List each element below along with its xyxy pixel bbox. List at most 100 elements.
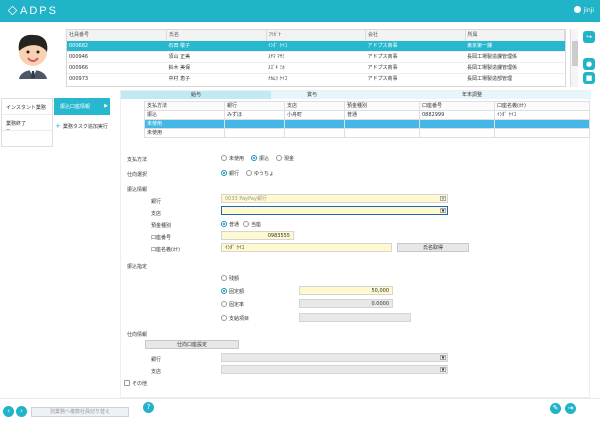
side-delete-button[interactable]: ■ bbox=[583, 72, 595, 84]
edit-icon[interactable]: ✎ bbox=[550, 403, 561, 414]
radio-dot bbox=[221, 288, 227, 294]
user-icon bbox=[573, 6, 581, 13]
employee-department: 長岡工場製造課管理係 bbox=[465, 61, 565, 73]
radio-dot bbox=[221, 155, 227, 161]
payment-method-label: 支払方法 bbox=[127, 157, 148, 163]
transfer-remainder-radio[interactable]: 残額 bbox=[221, 275, 239, 282]
table-row[interactable]: 未使用 bbox=[144, 128, 590, 138]
employee-company: アドプス商事 bbox=[365, 39, 465, 51]
add-task-button[interactable]: + 業務タスク追加実行 bbox=[55, 122, 108, 130]
destination-branch-label: 支店 bbox=[151, 369, 162, 375]
table-row[interactable]: 000682 石田 敬子 ｲｼﾀﾞ ｹｲｺ アドプス商事 東京第一課 bbox=[67, 39, 565, 51]
employee-grid-scrollbar[interactable] bbox=[570, 29, 578, 87]
tab-salary[interactable]: 給与 bbox=[121, 91, 271, 99]
nav-bank-account-info[interactable]: 振込口座情報 bbox=[54, 98, 110, 115]
payment-transfer-radio[interactable]: 振込 bbox=[251, 155, 269, 162]
bank-label: 銀行 bbox=[151, 199, 162, 205]
destination-yucho-radio[interactable]: ゆうちょ bbox=[246, 170, 274, 177]
employee-company: アドプス商事 bbox=[365, 72, 465, 84]
employee-grid: 社員番号 氏名 ﾌﾘｶﾞﾅ 会社 所属 000682 石田 敬子 ｲｼﾀﾞ ｹｲｺア… bbox=[66, 29, 566, 87]
transfer-fixed-amount-radio[interactable]: 固定額 bbox=[221, 288, 244, 295]
top-bar: ADPS jinji bbox=[0, 0, 600, 22]
radio-dot bbox=[221, 275, 227, 281]
branch-label: 支店 bbox=[151, 211, 162, 217]
column-header-name[interactable]: 氏名 bbox=[166, 30, 267, 40]
scrollbar-thumb[interactable] bbox=[572, 41, 578, 66]
branch-header: 支店 bbox=[284, 101, 345, 111]
bank-select[interactable]: 0033 PayPay銀行 ▼ bbox=[221, 194, 448, 203]
employee-department: 長岡工場製造課管理係 bbox=[465, 50, 565, 62]
table-row[interactable]: 000966 鈴木 美保 ｽｽﾞｷ ﾐﾎ アドプス商事 長岡工場製造課管理係 bbox=[67, 61, 565, 73]
destination-bank-label: 銀行 bbox=[151, 357, 162, 363]
other-checkbox[interactable]: その他 bbox=[124, 380, 147, 387]
column-header-department[interactable]: 所属 bbox=[465, 30, 565, 40]
tab-year-end[interactable]: 年末調整 bbox=[353, 91, 591, 99]
help-icon[interactable]: ? bbox=[143, 402, 154, 413]
employee-kana: ﾅｶﾑﾗ ｹｲｺ bbox=[266, 72, 366, 84]
employee-name: 中村 恵子 bbox=[166, 72, 266, 84]
previous-icon[interactable]: ‹ bbox=[3, 406, 14, 417]
dropdown-arrow-icon[interactable]: ▼ bbox=[440, 196, 446, 201]
account-name-input[interactable]: ｲｼﾀﾞ ｹｲｺ bbox=[221, 243, 392, 252]
name-fetch-button[interactable]: 氏名取得 bbox=[397, 243, 469, 252]
fixed-rate-input[interactable]: 0.0000 bbox=[299, 299, 393, 308]
dropdown-arrow-icon[interactable]: ▼ bbox=[440, 367, 446, 372]
side-action-button[interactable]: ↪ bbox=[583, 31, 595, 43]
side-user-button[interactable]: ● bbox=[583, 58, 595, 70]
employee-kana: ｽｽﾞｷ ﾐﾎ bbox=[266, 61, 366, 73]
radio-dot bbox=[221, 301, 227, 307]
account-number-header: 口座番号 bbox=[419, 101, 495, 111]
transfer-spec-label: 振込指定 bbox=[127, 264, 148, 270]
payment-item-select[interactable] bbox=[299, 313, 411, 322]
column-header-employee-number[interactable]: 社員番号 bbox=[67, 30, 167, 40]
table-row[interactable]: 未使用 bbox=[144, 119, 590, 129]
transfer-info-label: 振込情報 bbox=[127, 187, 148, 193]
table-row[interactable]: 000946 須山 正美 ｽﾔﾏ ﾏｻﾐ アドプス商事 長岡工場製造課管理係 bbox=[67, 50, 565, 62]
destination-bank-radio[interactable]: 銀行 bbox=[221, 170, 239, 177]
dropdown-arrow-icon[interactable]: ▼ bbox=[440, 208, 446, 213]
table-row[interactable]: 000973 中村 恵子 ﾅｶﾑﾗ ｹｲｺ アドプス商事 長岡工場製造部管理 bbox=[67, 72, 565, 84]
employee-department: 東京第一課 bbox=[465, 39, 565, 51]
payment-account-table: 支払方法 銀行 支店 預金種別 口座番号 口座名義(ｶﾅ) 振込 みずほ 小舟町 普通 08829… bbox=[144, 101, 590, 138]
deposit-current-radio[interactable]: 当座 bbox=[243, 221, 261, 228]
bulk-switch-button[interactable]: 別業務へ複数社員切り替え bbox=[31, 407, 129, 417]
tab-bonus[interactable]: 賞与 bbox=[271, 91, 353, 99]
employee-company: アドプス商事 bbox=[365, 61, 465, 73]
finish-task-sub-label: − bbox=[6, 127, 11, 133]
employee-name: 須山 正美 bbox=[166, 50, 266, 62]
logo-mark-icon bbox=[7, 5, 18, 16]
employee-kana: ｲｼﾀﾞ ｹｲｺ bbox=[266, 39, 366, 51]
main-panel: 給与 賞与 年末調整 支払方法 銀行 支店 預金種別 口座番号 口座名義(ｶﾅ) 振込 みず… bbox=[120, 90, 591, 398]
transfer-payment-item-radio[interactable]: 支給項目 bbox=[221, 315, 249, 322]
table-row[interactable]: 振込 みずほ 小舟町 普通 0882999 ｲｼﾀﾞ ｹｲｺ bbox=[144, 110, 590, 120]
nav-instant-task[interactable]: インスタント業務 bbox=[2, 99, 52, 115]
radio-dot bbox=[221, 315, 227, 321]
payment-unused-radio[interactable]: 未使用 bbox=[221, 155, 244, 162]
payment-cash-radio[interactable]: 現金 bbox=[276, 155, 294, 162]
bank-header: 銀行 bbox=[224, 101, 285, 111]
nav-finish-task[interactable]: 業務終了 − bbox=[2, 115, 52, 133]
destination-branch-select[interactable]: ▼ bbox=[221, 365, 448, 374]
destination-setting-button[interactable]: 仕向口座設定 bbox=[145, 340, 239, 349]
column-header-kana[interactable]: ﾌﾘｶﾞﾅ bbox=[266, 30, 366, 40]
employee-avatar bbox=[4, 27, 62, 85]
deposit-regular-radio[interactable]: 普通 bbox=[221, 221, 239, 228]
next-icon[interactable]: › bbox=[16, 406, 27, 417]
export-icon[interactable]: ⇥ bbox=[565, 403, 576, 414]
destination-label: 仕向選択 bbox=[127, 172, 148, 178]
column-header-company[interactable]: 会社 bbox=[365, 30, 466, 40]
destination-info-label: 仕向情報 bbox=[127, 332, 148, 338]
employee-number: 000682 bbox=[67, 39, 167, 51]
radio-dot bbox=[276, 155, 282, 161]
user-menu[interactable]: jinji bbox=[573, 6, 594, 14]
transfer-fixed-rate-radio[interactable]: 固定率 bbox=[221, 301, 244, 308]
radio-dot bbox=[221, 221, 227, 227]
branch-select[interactable]: ▼ bbox=[221, 206, 448, 215]
dropdown-arrow-icon[interactable]: ▼ bbox=[440, 355, 446, 360]
fixed-amount-input[interactable]: 50,000 bbox=[299, 286, 393, 295]
radio-dot bbox=[251, 155, 257, 161]
account-number-input[interactable]: 0983555 bbox=[221, 231, 294, 240]
account-number-label: 口座番号 bbox=[151, 235, 172, 241]
deposit-type-label: 預金種別 bbox=[151, 223, 172, 229]
destination-bank-select[interactable]: ▼ bbox=[221, 353, 448, 362]
